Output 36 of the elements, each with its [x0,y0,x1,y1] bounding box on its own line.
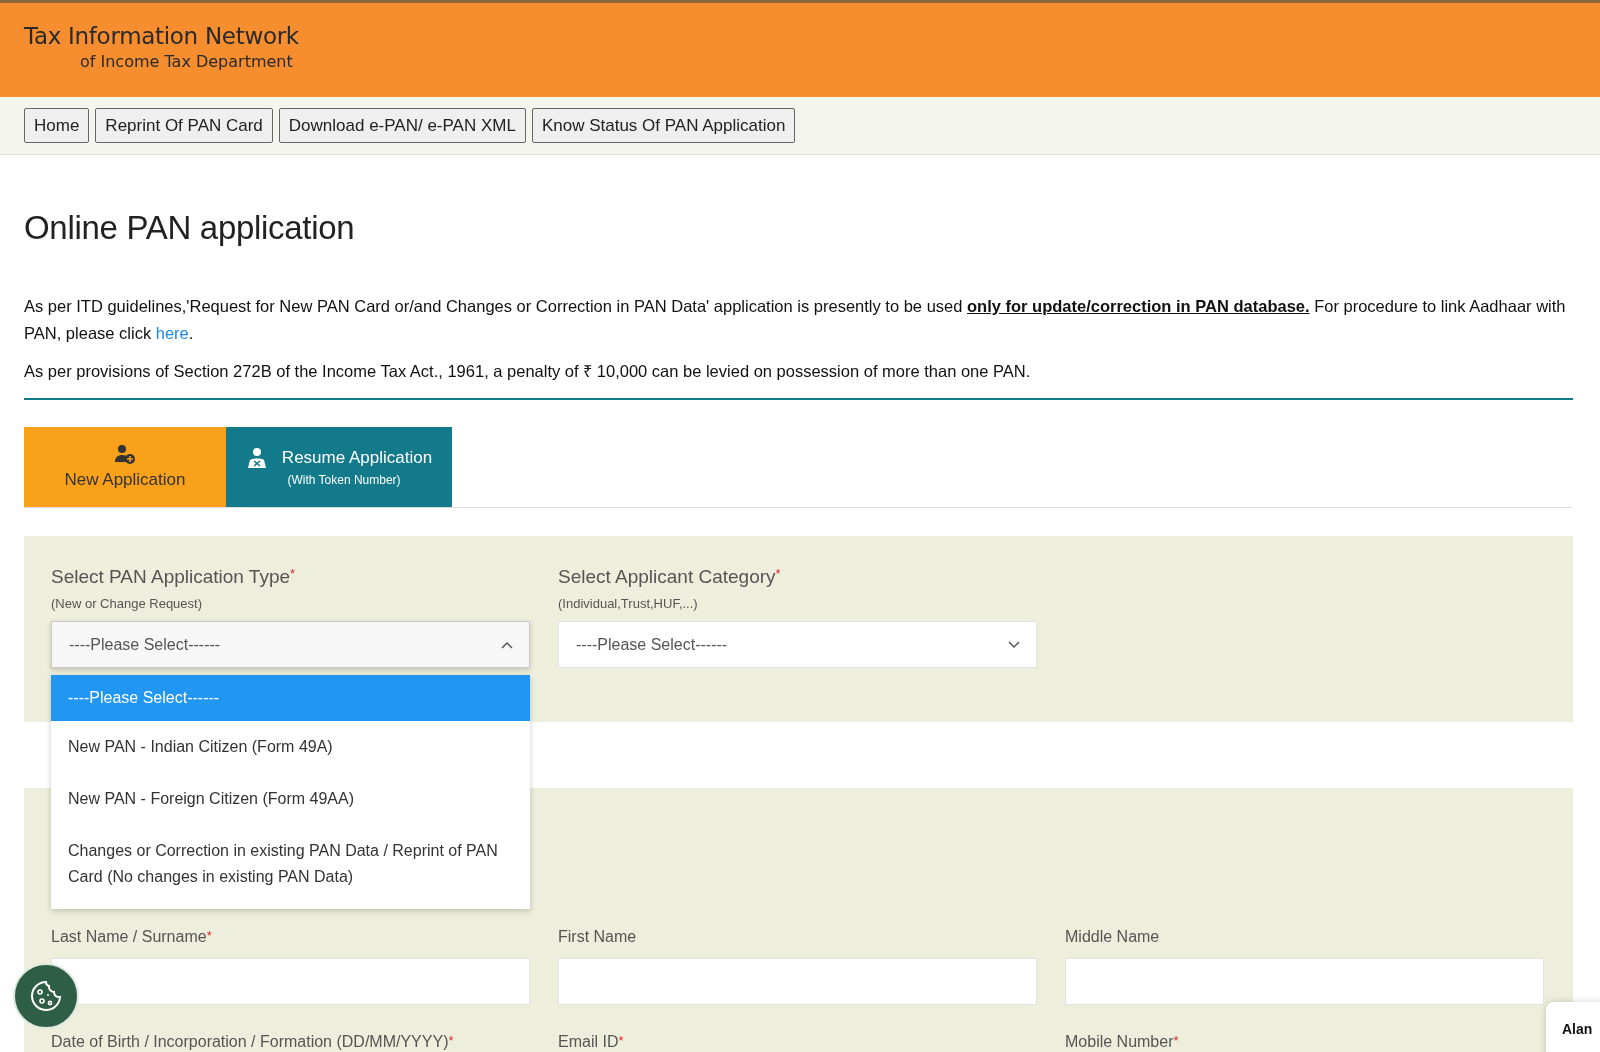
field-hint: (Individual,Trust,HUF,...) [558,596,699,611]
dropdown-option[interactable]: New PAN - Indian Citizen (Form 49A) [51,721,530,773]
chat-widget[interactable]: Alan [1546,1002,1600,1052]
field-label: Date of Birth / Incorporation / Formation (DD/MM/YYYY)* [51,1033,455,1051]
penalty-text: As per provisions of Section 272B of the Income Tax Act., 1961, a penalty of ₹ 10,000 can be levied on possession of more than one PAN. [24,361,1032,382]
field-label: Mobile Number* [1065,1033,1180,1051]
page-title: Online PAN application [24,209,356,247]
nav-button[interactable]: Reprint Of PAN Card [95,108,273,143]
field-hint: (New or Change Request) [51,596,204,611]
dropdown-option[interactable]: New PAN - Foreign Citizen (Form 49AA) [51,773,530,825]
chevron-up-icon [501,640,513,649]
application-tab[interactable]: New Application [24,427,226,507]
chevron-down-icon [1008,640,1020,649]
input-field[interactable] [558,958,1037,1005]
field-label: Last Name / Surname* [51,928,213,946]
input-field[interactable] [1065,958,1544,1005]
nav-button[interactable]: Download e-PAN/ e-PAN XML [278,108,526,143]
field-label: Select Applicant Category* [558,566,782,588]
user-add-icon [114,444,136,466]
application-tab[interactable]: Resume Application (With Token Number) [226,427,452,507]
here-link[interactable]: here [155,324,189,342]
field-label: Email ID* [558,1033,625,1051]
field-label: First Name [558,928,638,946]
notice-text: As per ITD guidelines,'Request for New PAN Card or/and Changes or Correction in PAN Data' application is presently to be used only for update/correction in PAN database. For procedure to link Aadhaar with PAN, please click here. [24,296,1567,344]
select-field[interactable]: ----Please Select------ [558,621,1037,668]
select-field[interactable]: ----Please Select------ [51,621,530,668]
field-label: Middle Name [1065,928,1161,946]
input-field[interactable] [51,958,530,1005]
field-label: Select PAN Application Type* [51,566,297,588]
logo-title: Tax Information Network [24,23,300,49]
user-icon [245,447,268,469]
logo-subtitle: of Income Tax Department [79,52,294,71]
nav-button[interactable]: Know Status Of PAN Application [531,108,796,143]
dropdown-option[interactable]: Changes or Correction in existing PAN Data / Reprint of PAN Card (No changes in existing PAN Data) [51,825,530,903]
nav-button[interactable]: Home [24,108,90,143]
cookie-icon [29,979,63,1013]
